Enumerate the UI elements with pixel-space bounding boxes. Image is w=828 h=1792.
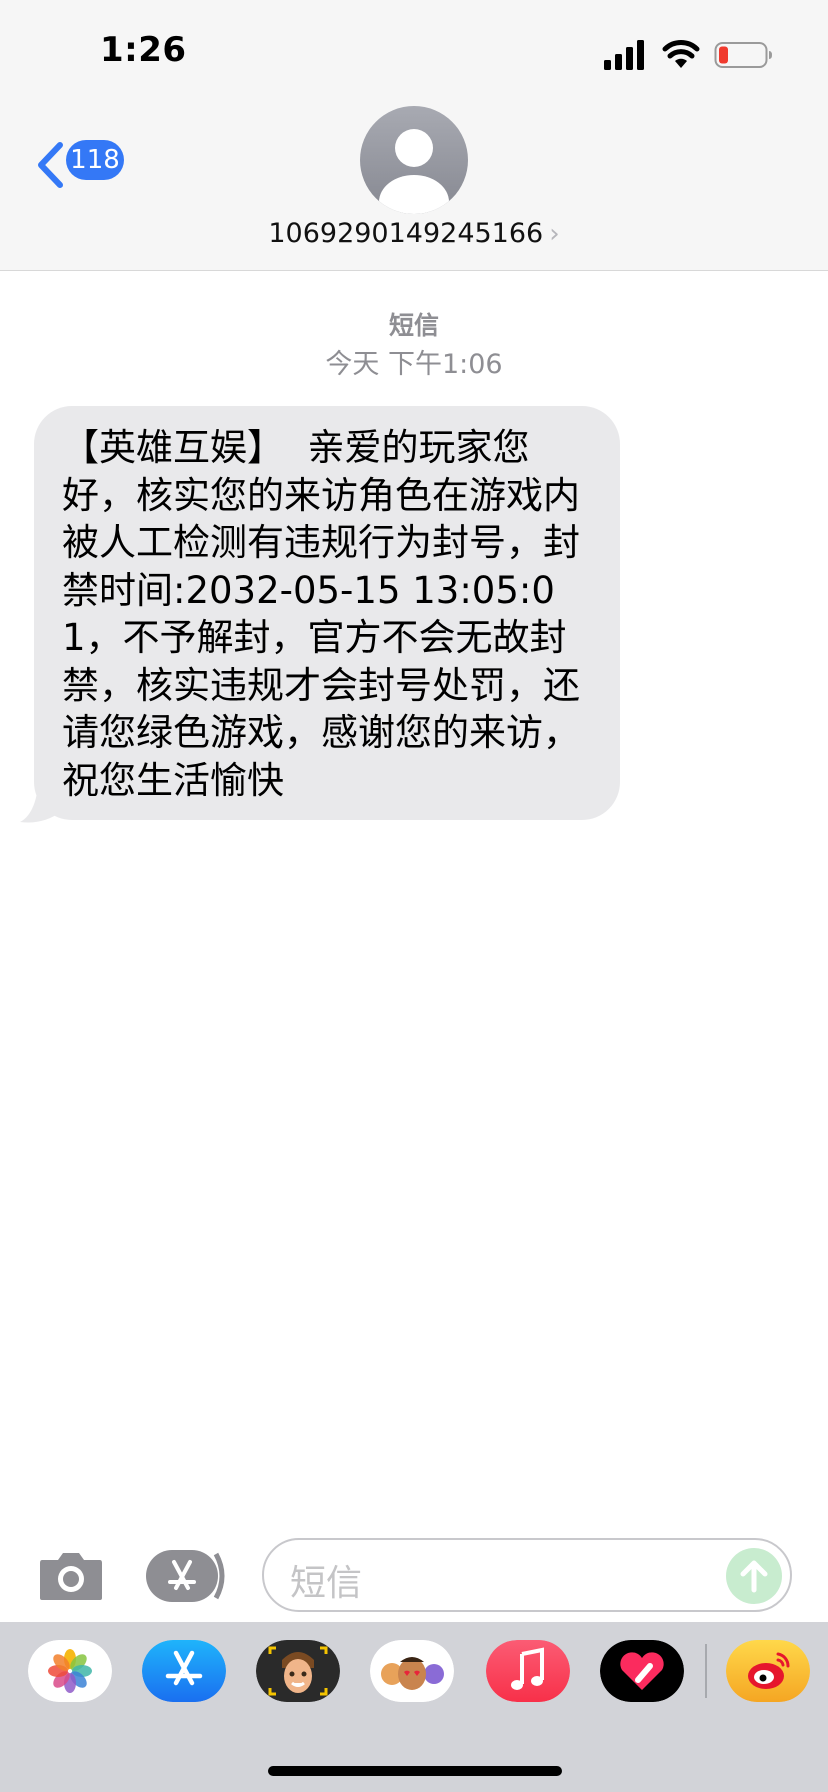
status-bar: 1:26 [0, 0, 828, 100]
chevron-right-icon: › [549, 219, 560, 249]
contact-avatar[interactable] [360, 106, 468, 214]
app-drawer [0, 1622, 828, 1792]
memoji-icon[interactable] [256, 1640, 340, 1702]
battery-icon [714, 42, 772, 68]
app-store-button-icon[interactable] [146, 1550, 228, 1602]
animoji-stickers-icon[interactable] [370, 1640, 454, 1702]
send-button[interactable] [726, 1548, 782, 1604]
drawer-separator [705, 1644, 707, 1698]
unread-count-badge: 118 [66, 140, 124, 180]
music-icon[interactable] [486, 1640, 570, 1702]
message-timestamp: 今天 下午1:06 [325, 349, 503, 380]
wifi-icon [662, 40, 700, 68]
composer-bar: 短信 [0, 1520, 828, 1622]
back-button[interactable]: 118 [30, 136, 130, 188]
arrow-up-icon [740, 1560, 768, 1593]
message-text: 【英雄互娱】 亲爱的玩家您好，核实您的来访角色在游戏内被人工检测有违规行为封号，… [62, 426, 580, 802]
incoming-message-bubble[interactable]: 【英雄互娱】 亲爱的玩家您好，核实您的来访角色在游戏内被人工检测有违规行为封号，… [34, 406, 620, 820]
photos-icon[interactable] [28, 1640, 112, 1702]
chevron-left-icon [38, 142, 63, 188]
camera-icon[interactable] [38, 1550, 104, 1602]
service-label: 短信 [388, 311, 439, 340]
message-input[interactable]: 短信 [262, 1538, 792, 1612]
app-store-icon[interactable] [142, 1640, 226, 1702]
cellular-signal-icon [604, 40, 644, 70]
conversation-header: 118 1069290149245166 › [0, 100, 828, 271]
digital-touch-icon[interactable] [600, 1640, 684, 1702]
message-input-placeholder: 短信 [290, 1563, 363, 1604]
home-indicator[interactable] [268, 1766, 562, 1776]
weibo-icon[interactable] [726, 1640, 810, 1702]
status-time: 1:26 [100, 30, 187, 70]
sender-number[interactable]: 1069290149245166 › [0, 218, 828, 249]
sender-number-text: 1069290149245166 [268, 218, 544, 249]
